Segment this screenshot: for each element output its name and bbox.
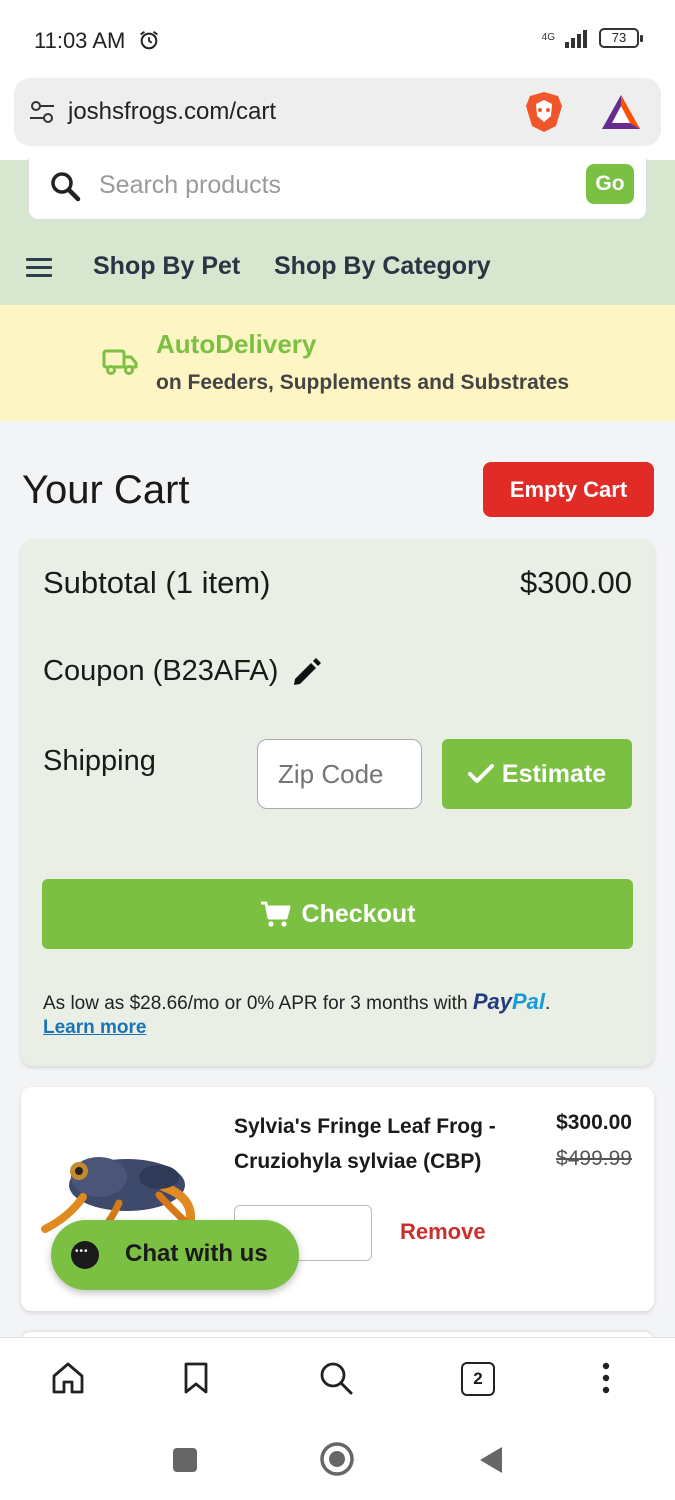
search-icon[interactable] [318,1360,354,1396]
chat-icon [71,1241,99,1269]
edit-coupon-icon[interactable] [289,655,323,689]
chat-label: Chat with us [125,1240,268,1267]
learn-more-link[interactable]: Learn more [43,1017,146,1039]
battery-icon: 73 [599,28,643,48]
home-icon[interactable] [50,1360,86,1396]
search-go-button[interactable]: Go [586,164,634,204]
shipping-label: Shipping [43,745,156,777]
banner-subtitle: on Feeders, Supplements and Substrates [156,371,570,394]
autodelivery-banner[interactable]: AutoDelivery on Feeders, Supplements and… [0,305,675,421]
coupon-code: (B23AFA) [152,655,279,687]
check-icon [467,764,494,783]
checkout-button[interactable]: Checkout [42,879,633,949]
subtotal-count: (1 item) [165,565,271,600]
coupon-label: Coupon [43,655,145,687]
nav-shop-by-pet[interactable]: Shop By Pet [93,252,240,281]
paypal-logo: PayPal [473,989,545,1014]
page-title: Your Cart [22,468,190,512]
estimate-button[interactable]: Estimate [442,739,632,809]
search-input[interactable]: Search products [99,171,281,200]
status-bar: 11:03 AM 4G 73 [0,0,675,80]
banner-title: AutoDelivery [156,329,317,359]
truck-icon [102,349,138,375]
remove-button[interactable]: Remove [400,1219,486,1245]
subtotal-value: $300.00 [519,565,632,600]
network-type: 4G [541,32,555,43]
empty-cart-button[interactable]: Empty Cart [483,462,654,517]
paypal-period: . [545,993,551,1014]
system-navigation [0,1425,675,1500]
subtotal-label: Subtotal [43,565,157,600]
signal-icon [565,30,587,48]
cart-icon [260,901,291,927]
recents-icon[interactable] [172,1447,198,1473]
tabs-button[interactable]: 2 [461,1362,495,1396]
search-icon [51,172,81,202]
product-original-price: $499.99 [556,1147,632,1170]
brave-shields-icon[interactable] [524,90,564,134]
back-icon[interactable] [478,1445,504,1475]
checkout-label: Checkout [301,899,416,928]
address-bar[interactable]: joshsfrogs.com/cart [14,78,661,146]
search-bar[interactable]: Search products Go [28,158,647,220]
browser-toolbar: 2 [0,1337,675,1425]
alarm-icon [140,30,158,50]
browser-bar: joshsfrogs.com/cart [0,78,675,160]
rewards-icon[interactable] [600,92,642,132]
cart-summary: Subtotal (1 item) $300.00 Coupon (B23AFA… [21,539,654,1066]
more-options-icon[interactable] [588,1360,624,1396]
paypal-logo-pay: Pay [472,989,512,1014]
estimate-label: Estimate [501,759,607,788]
zip-code-input[interactable] [257,739,422,809]
status-indicators: 4G 73 [541,28,643,48]
main-nav: Shop By Pet Shop By Category [0,248,675,288]
status-time: 11:03 AM [34,28,126,53]
coupon-row: Coupon (B23AFA) [43,655,278,688]
menu-icon[interactable] [26,258,52,278]
site-settings-icon[interactable] [28,98,56,126]
paypal-message: As low as $28.66/mo or 0% APR for 3 mont… [43,993,468,1014]
site-header: Search products Go Shop By Pet Shop By C… [0,158,675,305]
product-name[interactable]: Sylvia's Fringe Leaf Frog - Cruziohyla s… [234,1109,524,1179]
subtotal-row: Subtotal (1 item) [43,565,270,601]
nav-shop-by-category[interactable]: Shop By Category [274,252,491,281]
paypal-logo-pal: Pal [511,989,545,1014]
bookmark-icon[interactable] [178,1360,214,1396]
url-text[interactable]: joshsfrogs.com/cart [68,98,276,126]
product-price: $300.00 [556,1111,632,1134]
chat-button[interactable]: Chat with us [51,1220,299,1290]
home-nav-icon[interactable] [319,1441,355,1477]
paypal-financing-text: As low as $28.66/mo or 0% APR for 3 mont… [43,989,550,1015]
